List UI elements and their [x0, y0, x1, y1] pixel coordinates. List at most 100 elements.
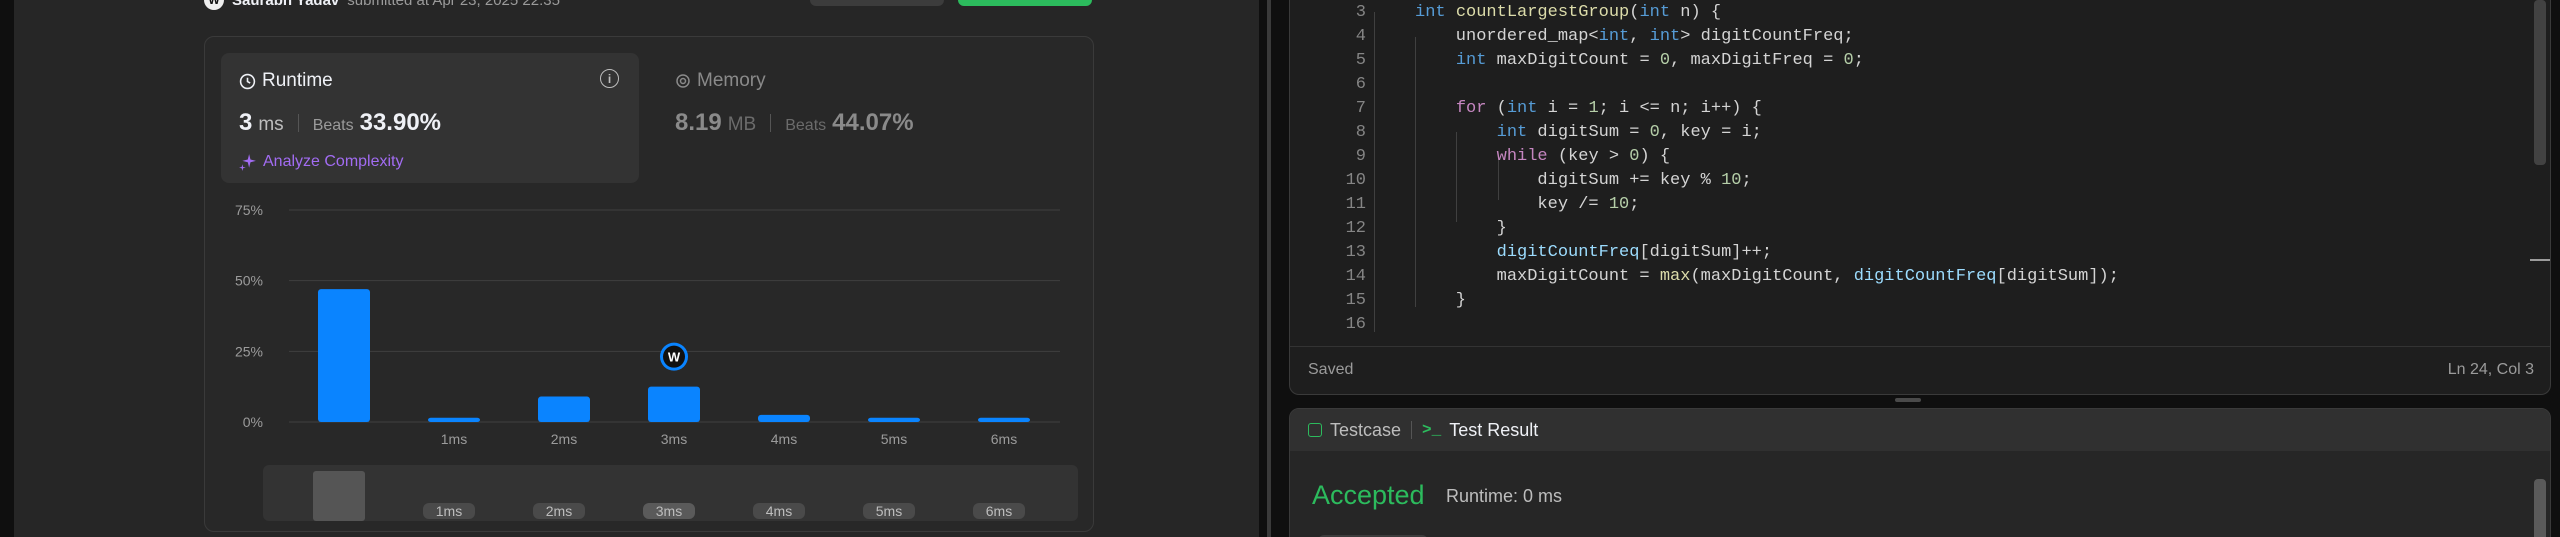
tab-test-result-label: Test Result: [1449, 419, 1539, 440]
code-line[interactable]: 5 int maxDigitCount = 0, maxDigitFreq = …: [1290, 49, 2550, 73]
code-line[interactable]: 8 int digitSum = 0, key = i;: [1290, 121, 2550, 145]
bar-4ms[interactable]: [758, 414, 810, 422]
line-number: 14: [1345, 267, 1366, 286]
tab-separator: [1411, 421, 1413, 439]
code-line[interactable]: 14 maxDigitCount = max(maxDigitCount, di…: [1290, 265, 2550, 289]
left-gutter: [0, 0, 14, 537]
line-number: 7: [1355, 99, 1366, 118]
line-number: 12: [1345, 219, 1366, 238]
runtime-distribution-chart[interactable]: 0% 25% 50% 75% 1ms 2ms 3ms W 4ms 5ms 6ms: [205, 37, 1093, 457]
x-tick-label: 5ms: [881, 431, 907, 447]
indent-guide: [1374, 12, 1375, 332]
line-number: 10: [1345, 171, 1366, 190]
result-status: Accepted: [1312, 480, 1425, 510]
horizontal-resize-handle[interactable]: [1895, 398, 1921, 402]
bar-5ms[interactable]: [868, 417, 920, 422]
code-line[interactable]: 9 while (key > 0) {: [1290, 145, 2550, 169]
indent-guide: [1456, 132, 1457, 222]
line-number: 15: [1345, 291, 1366, 310]
x-tick-label: 6ms: [991, 431, 1017, 447]
code-line[interactable]: 12 }: [1290, 217, 2550, 241]
submission-panel: W Saurabh Yadav submitted at Apr 23, 202…: [14, 0, 1259, 537]
test-tabs: Testcase >_ Test Result: [1290, 409, 2550, 451]
line-number: 6: [1355, 75, 1366, 94]
code-line[interactable]: 7 for (int i = 1; i <= n; i++) {: [1290, 97, 2550, 121]
slider-label: 3ms: [656, 503, 682, 519]
code-line[interactable]: 11 key /= 10;: [1290, 193, 2550, 217]
tab-testcase-label: Testcase: [1330, 419, 1402, 440]
x-tick-label: 4ms: [771, 431, 797, 447]
code-text: }: [1415, 291, 1467, 310]
slider-label: 6ms: [986, 503, 1012, 519]
line-number: 13: [1345, 243, 1366, 262]
indent-guide: [1498, 160, 1499, 200]
tab-testcase[interactable]: Testcase: [1308, 420, 1401, 441]
test-result-panel: Testcase >_ Test Result Accepted Runtime…: [1289, 408, 2551, 537]
performance-card: Runtime i 3 ms Beats 33.90% Analyze Comp…: [204, 36, 1094, 532]
editor-status-bar: Saved Ln 24, Col 3: [1290, 346, 2550, 394]
line-number: 5: [1355, 51, 1366, 70]
slider-label: 1ms: [436, 503, 462, 519]
code-text: while (key > 0) {: [1496, 147, 1671, 166]
bar-6ms[interactable]: [978, 417, 1030, 422]
code-line[interactable]: 15 }: [1290, 289, 2550, 313]
submitted-at: submitted at Apr 23, 2025 22:35: [347, 0, 560, 9]
code-line[interactable]: 10 digitSum += key % 10;: [1290, 169, 2550, 193]
code-text: int countLargestGroup(int n) {: [1415, 3, 1722, 22]
tab-test-result[interactable]: >_ Test Result: [1422, 420, 1538, 441]
code-line[interactable]: 6: [1290, 73, 2550, 97]
result-scrollbar[interactable]: [2534, 479, 2546, 537]
x-tick-label: 3ms: [661, 431, 687, 447]
code-line[interactable]: 16: [1290, 313, 2550, 337]
resize-bar: [1267, 0, 1271, 537]
user-marker-avatar: W: [660, 342, 688, 371]
code-line[interactable]: 13 digitCountFreq[digitSum]++;: [1290, 241, 2550, 265]
code-text: }: [1415, 219, 1507, 238]
line-number: 16: [1345, 315, 1366, 334]
code-line[interactable]: 4 unordered_map<int, int> digitCountFreq…: [1290, 25, 2550, 49]
cursor-position[interactable]: Ln 24, Col 3: [2448, 361, 2534, 379]
code-editor[interactable]: Saved Ln 24, Col 3 3 int countLargestGrou…: [1289, 0, 2551, 395]
slider-minimap: 1ms 2ms 3ms 4ms 5ms 6ms: [313, 471, 1025, 521]
line-number: 4: [1355, 27, 1366, 46]
user-name[interactable]: Saurabh Yadav: [232, 0, 339, 9]
bar-0ms[interactable]: [318, 289, 370, 422]
submission-header: W Saurabh Yadav submitted at Apr 23, 202…: [204, 0, 560, 10]
editorial-button[interactable]: [810, 0, 944, 6]
bar-2ms[interactable]: [538, 396, 590, 422]
code-line[interactable]: 3 int countLargestGroup(int n) {: [1290, 1, 2550, 25]
slider-bar-0ms: [313, 471, 365, 521]
x-tick-label: 1ms: [441, 431, 467, 447]
code-text: key /= 10;: [1415, 195, 1640, 214]
svg-text:W: W: [668, 350, 681, 365]
y-tick-label: 50%: [235, 273, 263, 289]
bar-1ms[interactable]: [428, 417, 480, 422]
slider-label: 4ms: [766, 503, 792, 519]
slider-label: 5ms: [876, 503, 902, 519]
range-slider[interactable]: 1ms 2ms 3ms 4ms 5ms 6ms: [263, 465, 1078, 521]
line-number: 8: [1355, 123, 1366, 142]
y-tick-label: 0%: [243, 414, 263, 430]
line-number: 11: [1345, 195, 1366, 214]
panel-resize-handle[interactable]: [1259, 0, 1279, 537]
code-text: int digitSum = 0, key = i;: [1496, 123, 1762, 142]
user-avatar[interactable]: W: [204, 0, 224, 10]
code-text: maxDigitCount = max(maxDigitCount, digit…: [1415, 267, 2119, 286]
code-text: digitCountFreq[digitSum]++;: [1496, 243, 1773, 262]
x-tick-label: 2ms: [551, 431, 577, 447]
code-text: unordered_map<int, int> digitCountFreq;: [1415, 27, 1854, 46]
y-tick-label: 25%: [235, 343, 263, 359]
bar-3ms[interactable]: [648, 386, 700, 422]
line-number: 9: [1355, 147, 1366, 166]
solution-button[interactable]: [958, 0, 1092, 6]
slider-label: 2ms: [546, 503, 572, 519]
code-text: digitSum += key % 10;: [1415, 171, 1752, 190]
result-runtime: Runtime: 0 ms: [1446, 486, 1563, 506]
code-text: int maxDigitCount = 0, maxDigitFreq = 0;: [1455, 51, 1864, 70]
code-text: for (int i = 1; i <= n; i++) {: [1455, 99, 1762, 118]
indent-guide: [1415, 37, 1416, 307]
terminal-icon: >_: [1422, 421, 1442, 439]
code-panel: Saved Ln 24, Col 3 3 int countLargestGrou…: [1279, 0, 2560, 537]
save-status: Saved: [1308, 361, 1354, 378]
line-number: 3: [1355, 3, 1366, 22]
